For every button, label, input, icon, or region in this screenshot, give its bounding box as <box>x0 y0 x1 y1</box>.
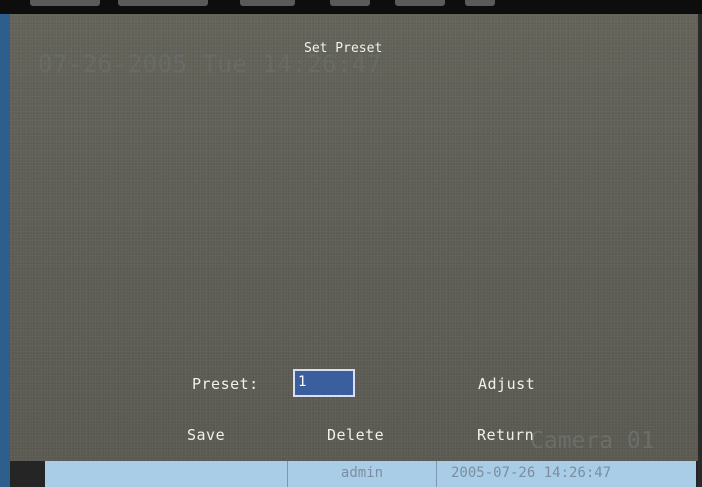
top-strip <box>0 0 702 14</box>
status-user: admin <box>288 461 437 487</box>
right-border <box>698 14 702 487</box>
preset-input[interactable]: 1 <box>293 369 355 397</box>
delete-button[interactable]: Delete <box>327 426 384 444</box>
left-border <box>0 14 10 487</box>
dvr-screen: 07-26-2005 Tue 14:26:47 Camera 01 Set Pr… <box>0 0 702 487</box>
status-cell-empty <box>45 461 288 487</box>
status-bar: admin 2005-07-26 14:26:47 <box>45 461 696 487</box>
adjust-button[interactable]: Adjust <box>478 375 535 393</box>
return-button[interactable]: Return <box>477 426 534 444</box>
save-button[interactable]: Save <box>187 426 225 444</box>
preset-label: Preset: <box>192 375 259 393</box>
osd-camera-name: Camera 01 <box>530 428 655 454</box>
menu-title: Set Preset <box>304 41 383 56</box>
status-timestamp: 2005-07-26 14:26:47 <box>451 465 612 481</box>
